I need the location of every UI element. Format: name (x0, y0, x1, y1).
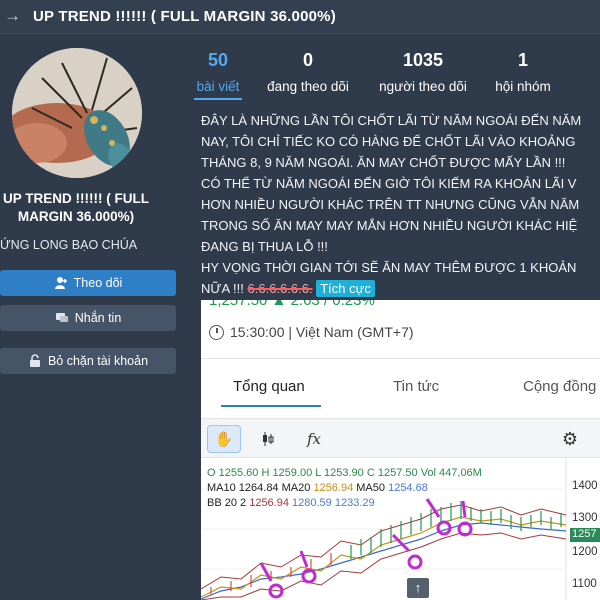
stat-following-label: đang theo dõi (267, 79, 349, 94)
divider (201, 358, 600, 359)
time-row: 15:30:00 | Việt Nam (GMT+7) (209, 324, 414, 340)
bb-value-1: 1256.94 (249, 497, 289, 509)
ohlc-legend: O 1255.60 H 1259.00 L 1253.90 C 1257.50 … (207, 466, 482, 511)
profile-subtitle: ỨNG LONG BẠO CHÚA (0, 238, 138, 252)
unblock-account-button[interactable]: Bỏ chặn tài khoản (0, 348, 176, 374)
avatar[interactable] (12, 48, 142, 178)
scroll-up-icon[interactable]: ↑ (407, 578, 429, 598)
strike-text: 6.6.6.6.6.6. (247, 281, 313, 296)
stat-posts-label: bài viết (196, 79, 240, 94)
embedded-chart-image[interactable]: 1,257.50 ▲ 2.63 / 0.23% 15:30:00 | Việt … (201, 300, 600, 600)
bb-label: BB 20 2 (207, 497, 247, 509)
price-summary: 1,257.50 ▲ 2.63 / 0.23% (209, 300, 375, 309)
post-text: ĐÂY LÀ NHỮNG LẦN TÔI CHỐT LÃI TỪ NĂM NGO… (201, 110, 600, 299)
ohlc-open: O 1255.60 (207, 467, 259, 479)
post-line: NỮA !!! (201, 281, 244, 296)
ohlc-high: H 1259.00 (261, 467, 313, 479)
ohlc-row-2: MA10 1264.84 MA20 1256.94 MA50 1254.68 (207, 481, 482, 496)
tab-active-underline (221, 405, 321, 407)
axis-label: 1400 (572, 480, 598, 492)
add-user-icon (54, 277, 67, 289)
post-line: ĐÂY LÀ NHỮNG LẦN TÔI CHỐT LÃI TỪ NĂM NGO… (201, 113, 582, 128)
settings-icon[interactable]: ⚙ (553, 425, 587, 453)
stat-followers-label: người theo dõi (379, 79, 467, 94)
post-line: CÓ THỂ TỪ NĂM NGOÁI ĐẾN GIỜ TÔI KIẾM RA … (201, 176, 577, 191)
stat-groups-label: hội nhóm (495, 79, 551, 94)
tab-news[interactable]: Tin tức (393, 378, 439, 395)
post-line: TRONG SỐ ĂN MAY MAY MẮN HƠN NHIỀU NGƯỜI … (201, 218, 578, 233)
message-button-label: Nhắn tin (74, 311, 122, 325)
stat-following[interactable]: 0 đang theo dõi (256, 50, 360, 94)
post-line: HƠN NHIỀU NGƯỜI KHÁC TRÊN TT NHƯNG CŨNG … (201, 197, 580, 212)
stat-following-value: 0 (302, 50, 313, 70)
bb-value-2: 1280.59 (292, 497, 332, 509)
time-text: 15:30:00 | Việt Nam (GMT+7) (230, 324, 414, 340)
clock-icon (209, 324, 224, 340)
bb-value-3: 1233.29 (334, 497, 375, 509)
stat-groups-value: 1 (517, 50, 528, 70)
ohlc-low: L 1253.90 (315, 467, 364, 479)
message-button[interactable]: Nhắn tin (0, 305, 176, 331)
axis-label: 1200 (572, 546, 598, 558)
ohlc-row-3: BB 20 2 1256.94 1280.59 1233.29 (207, 496, 482, 511)
ma20-label: MA20 (281, 482, 311, 494)
sentiment-tag[interactable]: Tích cực (316, 280, 375, 297)
follow-button-label: Theo dõi (73, 276, 123, 290)
post-line: NAY, TÔI CHỈ TIẾC KO CÓ HÀNG ĐỂ CHỐT LÃI… (201, 134, 576, 149)
page-title: UP TREND !!!!!! ( FULL MARGIN 36.000%) (33, 8, 336, 25)
follow-button[interactable]: Theo dõi (0, 270, 176, 296)
stat-active-underline (194, 98, 242, 100)
tab-community[interactable]: Cộng đồng (523, 378, 596, 395)
ma50-value: 1254.68 (388, 482, 428, 494)
stat-posts-value: 50 (207, 50, 229, 70)
axis-price-tag: 1257 (570, 528, 600, 542)
axis-label: 1300 (572, 512, 598, 524)
arrow-left-icon[interactable]: → (4, 6, 21, 26)
post-line: HY VỌNG THỜI GIAN TỚI SẼ ĂN MAY THÊM ĐƯỢ… (201, 260, 577, 275)
hand-icon[interactable]: ✋ (207, 425, 241, 453)
profile-name: UP TREND !!!!!! ( FULL MARGIN 36.000%) (3, 191, 149, 224)
chat-icon (55, 313, 68, 322)
unblock-button-label: Bỏ chặn tài khoản (47, 354, 149, 368)
chart-toolbar: ✋ fx ⚙ (201, 418, 600, 458)
ohlc-close: C 1257.50 (366, 467, 418, 479)
top-bar: → UP TREND !!!!!! ( FULL MARGIN 36.000%) (0, 0, 600, 34)
function-icon[interactable]: fx (297, 425, 331, 453)
ma20-value: 1256.94 (313, 482, 354, 494)
ma50-label: MA50 (356, 482, 386, 494)
post-line: THÁNG 8, 9 NĂM NGOÁI. ĂN MAY CHỐT ĐƯỢC M… (201, 155, 566, 170)
ma10-value: MA10 1264.84 (207, 482, 279, 494)
stat-followers-value: 1035 (402, 50, 444, 70)
stat-posts[interactable]: 50 bài viết (192, 50, 244, 94)
ohlc-volume: Vol 447,06M (420, 467, 482, 479)
unlock-icon (29, 354, 40, 367)
embed-tabs: Tổng quan Tin tức Cộng đồng (201, 372, 600, 408)
stat-groups[interactable]: 1 hội nhóm (488, 50, 558, 94)
tab-overview[interactable]: Tổng quan (233, 378, 305, 395)
post-line: ĐANG BỊ THUA LỖ !!! (201, 239, 328, 254)
axis-label: 1100 (572, 578, 597, 590)
ohlc-row-1: O 1255.60 H 1259.00 L 1253.90 C 1257.50 … (207, 466, 482, 481)
stat-followers[interactable]: 1035 người theo dõi (368, 50, 478, 94)
post-last-line: NỮA !!! 6.6.6.6.6.6. Tích cực (201, 278, 600, 299)
candlestick-icon[interactable] (251, 425, 285, 453)
